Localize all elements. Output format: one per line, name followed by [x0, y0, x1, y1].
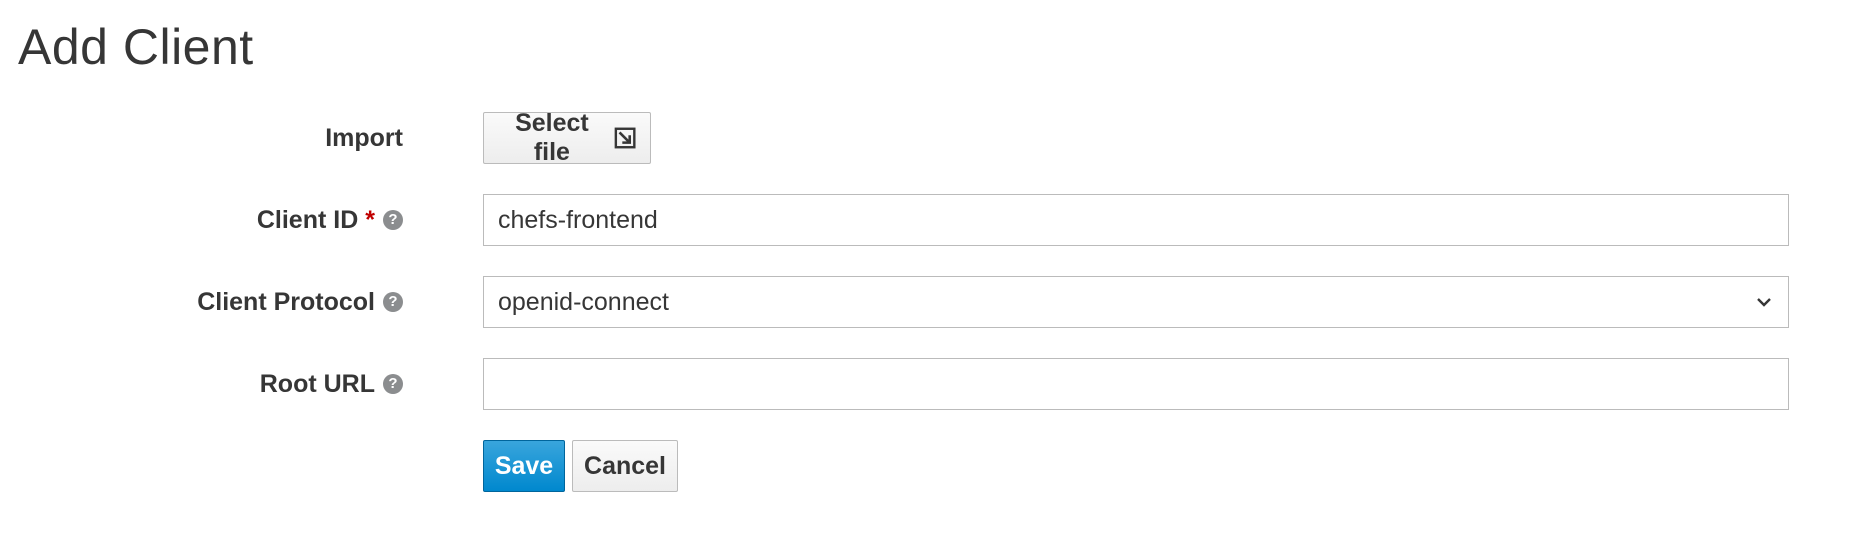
client-protocol-selected: openid-connect: [498, 287, 669, 316]
required-marker: *: [365, 205, 375, 234]
cancel-button[interactable]: Cancel: [572, 440, 678, 492]
import-file-icon: [614, 127, 636, 149]
root-url-label-text: Root URL: [259, 369, 375, 398]
select-file-label: Select file: [515, 109, 589, 166]
add-client-page: Add Client Import Select file Client ID …: [0, 0, 1866, 534]
client-id-row: Client ID * ?: [0, 194, 1866, 246]
import-row: Import Select file: [0, 109, 1866, 166]
form-actions: Save Cancel: [483, 440, 678, 492]
client-protocol-row: Client Protocol ? openid-connect: [0, 276, 1866, 328]
client-protocol-label: Client Protocol ?: [197, 276, 403, 328]
root-url-control: [483, 358, 1789, 410]
root-url-input[interactable]: [483, 358, 1789, 410]
import-control: Select file: [483, 109, 651, 166]
actions-row: Save Cancel: [0, 440, 1866, 492]
save-button[interactable]: Save: [483, 440, 565, 492]
client-protocol-control: openid-connect: [483, 276, 1789, 328]
client-protocol-select[interactable]: openid-connect: [483, 276, 1789, 328]
client-id-label: Client ID * ?: [257, 194, 403, 246]
select-file-button[interactable]: Select file: [483, 109, 651, 166]
question-circle-icon[interactable]: ?: [383, 292, 403, 312]
root-url-row: Root URL ?: [0, 358, 1866, 410]
import-label-text: Import: [325, 123, 403, 152]
page-title: Add Client: [18, 19, 254, 75]
client-protocol-label-text: Client Protocol: [197, 287, 375, 316]
client-id-label-text: Client ID: [256, 205, 359, 234]
import-label: Import: [325, 112, 403, 164]
question-circle-icon[interactable]: ?: [383, 210, 403, 230]
root-url-label: Root URL ?: [260, 358, 403, 410]
chevron-down-icon: [1757, 298, 1771, 307]
question-circle-icon[interactable]: ?: [383, 374, 403, 394]
client-id-input[interactable]: [483, 194, 1789, 246]
client-id-control: [483, 194, 1789, 246]
